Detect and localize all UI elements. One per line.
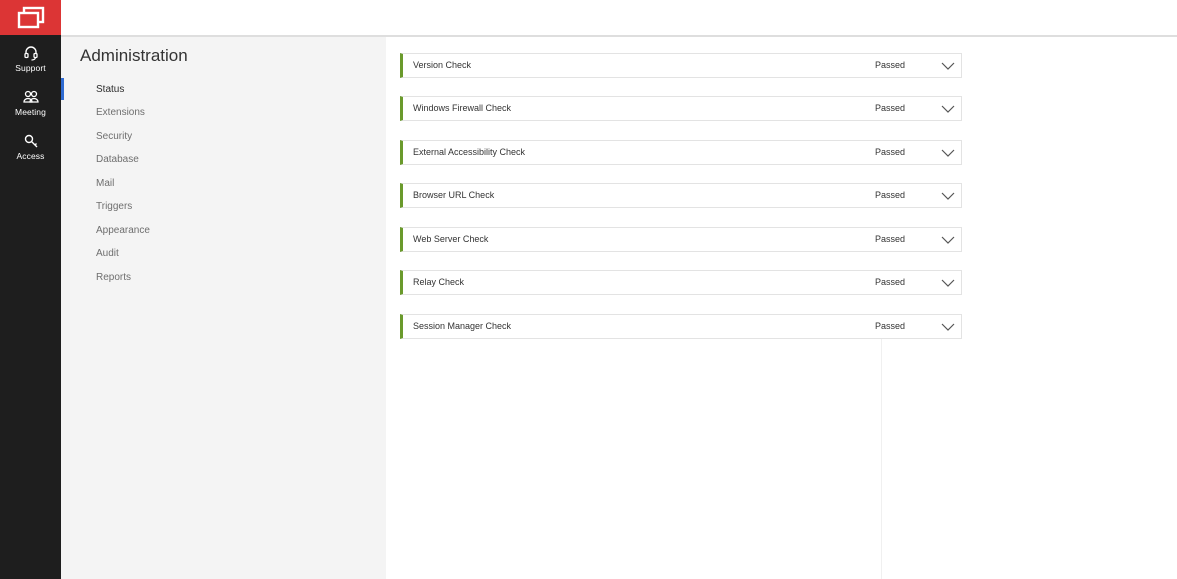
check-row-browser-url[interactable]: Browser URL Check Passed <box>400 183 962 208</box>
key-icon <box>24 134 37 148</box>
admin-menu-database[interactable]: Database <box>96 154 139 165</box>
check-name: Session Manager Check <box>413 321 512 331</box>
check-status: Passed <box>875 147 906 157</box>
admin-menu-reports[interactable]: Reports <box>96 272 131 283</box>
chevron-down-icon[interactable] <box>941 104 955 114</box>
page-title: Administration <box>80 46 188 65</box>
admin-menu-security[interactable]: Security <box>96 131 132 142</box>
chevron-down-icon[interactable] <box>941 61 955 71</box>
check-status: Passed <box>875 234 906 244</box>
check-row-windows-firewall[interactable]: Windows Firewall Check Passed <box>400 96 962 121</box>
check-row-version[interactable]: Version Check Passed <box>400 53 962 78</box>
check-row-session-manager[interactable]: Session Manager Check Passed <box>400 314 962 339</box>
check-name: Web Server Check <box>413 234 489 244</box>
rail-item-support[interactable]: Support <box>0 45 61 83</box>
check-status: Passed <box>875 103 906 113</box>
chevron-down-icon[interactable] <box>941 235 955 245</box>
rail-item-label: Access <box>16 151 45 161</box>
check-name: Relay Check <box>413 277 465 287</box>
headset-icon <box>23 46 38 61</box>
rail-item-label: Meeting <box>15 107 46 117</box>
check-status: Passed <box>875 277 906 287</box>
nav-rail: Support Meeting Access <box>0 35 61 579</box>
admin-menu-status[interactable]: Status <box>96 84 124 95</box>
check-row-web-server[interactable]: Web Server Check Passed <box>400 227 962 252</box>
check-row-relay[interactable]: Relay Check Passed <box>400 270 962 295</box>
check-name: Windows Firewall Check <box>413 103 512 113</box>
active-menu-indicator <box>61 78 64 100</box>
check-name: External Accessibility Check <box>413 147 526 157</box>
check-name: Version Check <box>413 60 472 70</box>
administration-panel: Administration Status Extensions Securit… <box>61 37 386 579</box>
check-name: Browser URL Check <box>413 190 495 200</box>
people-icon <box>22 90 39 103</box>
check-status: Passed <box>875 190 906 200</box>
admin-menu-extensions[interactable]: Extensions <box>96 107 145 118</box>
check-status: Passed <box>875 321 906 331</box>
check-row-external-accessibility[interactable]: External Accessibility Check Passed <box>400 140 962 165</box>
admin-menu-audit[interactable]: Audit <box>96 248 119 259</box>
admin-menu-triggers[interactable]: Triggers <box>96 201 132 212</box>
admin-menu-mail[interactable]: Mail <box>96 178 114 189</box>
chevron-down-icon[interactable] <box>941 148 955 158</box>
top-bar <box>61 0 1177 35</box>
admin-menu-appearance[interactable]: Appearance <box>96 225 150 236</box>
app-logo[interactable] <box>0 0 61 35</box>
chevron-down-icon[interactable] <box>941 278 955 288</box>
chevron-down-icon[interactable] <box>941 322 955 332</box>
app-logo-icon <box>17 6 44 28</box>
chevron-down-icon[interactable] <box>941 191 955 201</box>
rail-item-meeting[interactable]: Meeting <box>0 89 61 127</box>
content-divider <box>881 337 882 579</box>
rail-item-label: Support <box>15 63 46 73</box>
status-content: Version Check Passed Windows Firewall Ch… <box>386 37 1177 579</box>
rail-item-access[interactable]: Access <box>0 133 61 171</box>
check-status: Passed <box>875 60 906 70</box>
